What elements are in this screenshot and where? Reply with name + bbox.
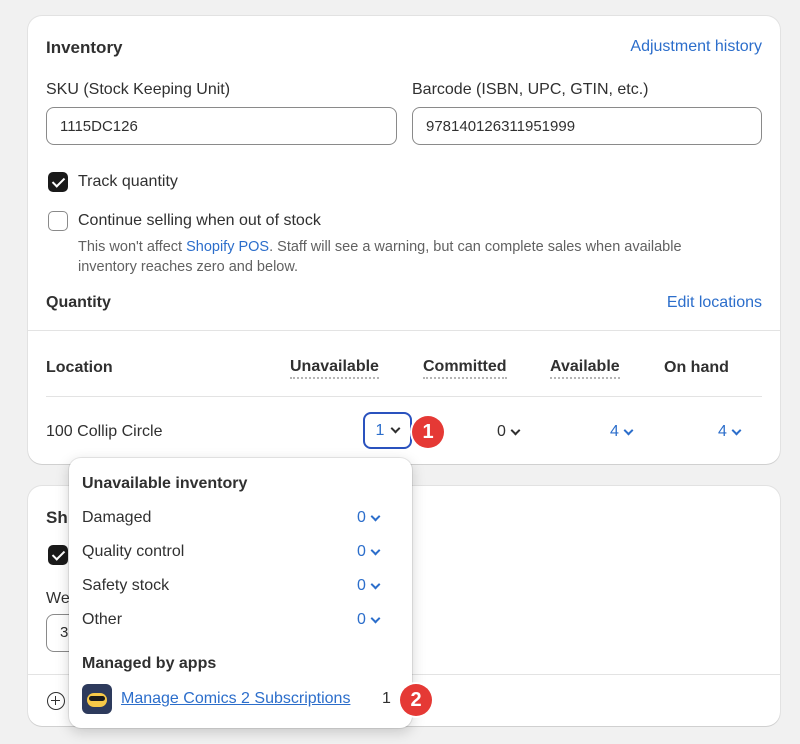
on-hand-value: 4 [718,423,727,440]
column-committed[interactable]: Committed [423,358,507,379]
available-selector[interactable]: 4 [610,423,634,441]
location-name: 100 Collip Circle [46,423,163,440]
chevron-down-icon [370,579,381,589]
chevron-down-icon [391,423,401,434]
popover-item-safety-stock: Safety stock 0 [82,575,392,599]
quantity-divider [28,330,780,331]
safety-stock-value: 0 [357,577,366,594]
available-value: 4 [610,423,619,440]
track-quantity-checkbox[interactable] [48,172,68,192]
inventory-card: Inventory Adjustment history SKU (Stock … [28,16,780,464]
sku-input[interactable] [46,107,397,145]
committed-selector[interactable]: 0 [497,423,521,441]
popover-item-label: Quality control [82,543,185,560]
inventory-title: Inventory [46,38,123,57]
barcode-input[interactable] [412,107,762,145]
weight-label: We [46,590,70,607]
other-value: 0 [357,611,366,628]
damaged-selector[interactable]: 0 [357,509,381,527]
safety-stock-selector[interactable]: 0 [357,577,381,595]
quality-control-selector[interactable]: 0 [357,543,381,561]
damaged-value: 0 [357,509,366,526]
table-header-divider [46,396,762,397]
chevron-down-icon [510,425,521,435]
chevron-down-icon [370,613,381,623]
quantity-title: Quantity [46,294,111,311]
continue-selling-label: Continue selling when out of stock [78,212,321,229]
unavailable-inventory-popover: Unavailable inventory Damaged 0 Quality … [69,458,412,728]
column-location: Location [46,359,113,376]
popover-item-label: Safety stock [82,577,170,594]
popover-item-label: Other [82,611,123,628]
popover-title: Unavailable inventory [82,475,248,492]
annotation-badge-2: 2 [400,684,432,716]
continue-selling-checkbox[interactable] [48,211,68,231]
chevron-down-icon [370,545,381,555]
other-selector[interactable]: 0 [357,611,381,629]
app-logo-icon [82,684,112,714]
track-quantity-label: Track quantity [78,173,178,190]
unavailable-selector[interactable]: 1 [363,412,412,449]
app-reserved-count: 1 [382,690,391,707]
unavailable-value: 1 [375,421,385,439]
continue-selling-help-line2: inventory reaches zero and below. [78,259,299,275]
sku-label: SKU (Stock Keeping Unit) [46,81,231,98]
column-on-hand: On hand [664,359,729,376]
committed-value: 0 [497,423,506,440]
popover-item-label: Damaged [82,509,152,526]
barcode-label: Barcode (ISBN, UPC, GTIN, etc.) [412,81,649,98]
weight-value: 3 [60,624,69,641]
managed-by-apps-title: Managed by apps [82,655,217,672]
help-prefix: This won't affect [78,239,183,255]
shopify-pos-link[interactable]: Shopify POS [186,239,269,255]
help-suffix: . Staff will see a warning, but can comp… [269,239,682,255]
plus-circle-icon[interactable] [47,692,65,710]
chevron-down-icon [623,425,634,435]
shipping-checkbox[interactable] [48,545,68,565]
annotation-badge-1: 1 [412,416,444,448]
column-unavailable[interactable]: Unavailable [290,358,379,379]
quality-control-value: 0 [357,543,366,560]
adjustment-history-link[interactable]: Adjustment history [630,38,762,56]
manage-comics-app-link[interactable]: Manage Comics 2 Subscriptions [121,690,350,708]
column-available[interactable]: Available [550,358,620,379]
popover-item-other: Other 0 [82,609,392,633]
chevron-down-icon [731,425,742,435]
chevron-down-icon [370,511,381,521]
popover-item-quality-control: Quality control 0 [82,541,392,565]
on-hand-selector[interactable]: 4 [718,423,742,441]
continue-selling-help: This won't affect Shopify POS. Staff wil… [78,237,682,257]
shipping-title: Sh [46,508,68,527]
popover-item-damaged: Damaged 0 [82,507,392,531]
edit-locations-link[interactable]: Edit locations [667,294,762,312]
